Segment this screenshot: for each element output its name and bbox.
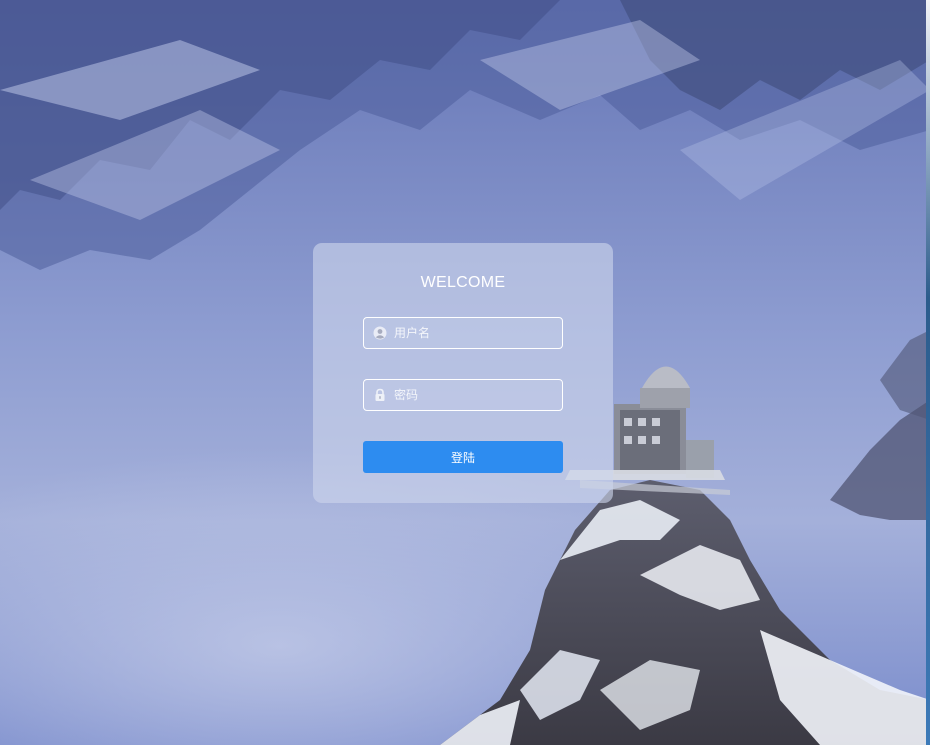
login-button[interactable]: 登陆 [363, 441, 563, 473]
login-card: WELCOME 登陆 [313, 243, 613, 503]
login-page: WELCOME 登陆 [0, 0, 930, 745]
window-edge [926, 0, 930, 745]
user-icon [373, 326, 387, 340]
username-field[interactable] [363, 317, 563, 349]
username-input[interactable] [394, 318, 559, 348]
password-input[interactable] [394, 380, 559, 410]
password-field[interactable] [363, 379, 563, 411]
lock-icon [375, 388, 385, 401]
login-title: WELCOME [420, 274, 506, 291]
